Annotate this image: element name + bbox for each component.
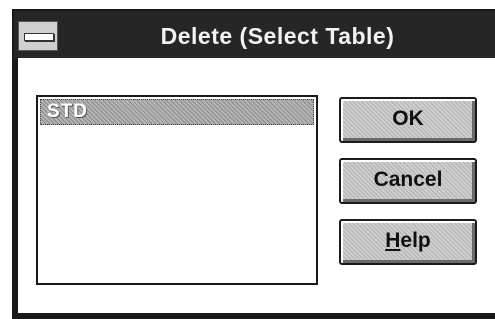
help-button-label: elp [400,229,431,252]
ok-button[interactable]: OK [339,97,477,143]
table-listbox[interactable]: STD [36,95,318,285]
list-item-label: STD [47,101,88,122]
cancel-button[interactable]: Cancel [339,158,477,204]
minus-bar-icon [24,33,54,41]
system-menu-button[interactable] [18,21,58,51]
list-item[interactable]: STD [40,99,314,125]
help-button[interactable]: Help [339,219,477,265]
help-button-mnemonic: H [385,229,401,252]
dialog-title: Delete (Select Table) [160,23,395,49]
